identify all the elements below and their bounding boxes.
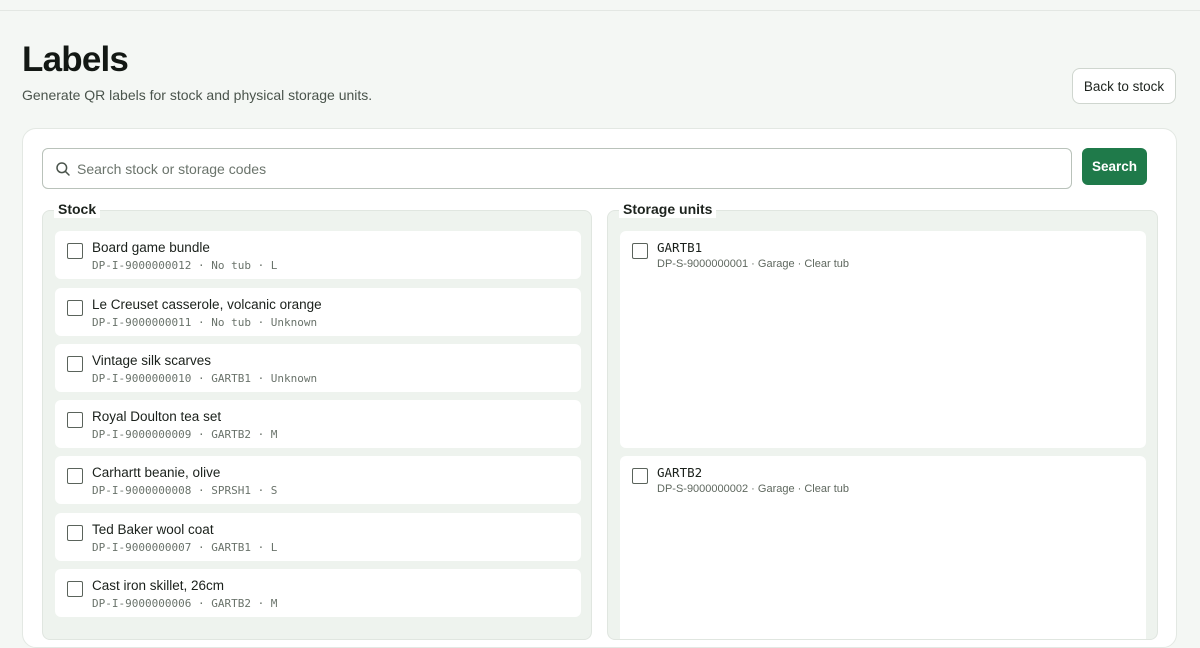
stock-panel: Board game bundle DP-I-9000000012 · No t…	[42, 210, 592, 640]
page-subtitle: Generate QR labels for stock and physica…	[22, 87, 373, 103]
checkbox-icon[interactable]	[67, 300, 83, 316]
stock-item-code: DP-I-9000000008 · SPRSH1 · S	[92, 484, 278, 497]
stock-item-title: Cast iron skillet, 26cm	[92, 578, 225, 593]
stock-item-code: DP-I-9000000010 · GARTB1 · Unknown	[92, 372, 318, 385]
storage-unit-title: GARTB2	[657, 465, 703, 480]
checkbox-icon[interactable]	[67, 412, 83, 428]
checkbox-icon[interactable]	[632, 243, 648, 259]
search-button[interactable]: Search	[1082, 148, 1147, 185]
search-icon	[56, 162, 70, 176]
stock-item-title: Ted Baker wool coat	[92, 522, 214, 537]
stock-item[interactable]: Royal Doulton tea set DP-I-9000000009 · …	[55, 400, 581, 448]
storage-unit-meta: DP-S-9000000002 · Garage · Clear tub	[657, 483, 849, 495]
stock-item[interactable]: Carhartt beanie, olive DP-I-9000000008 ·…	[55, 456, 581, 504]
storage-units-heading: Storage units	[619, 200, 717, 218]
stock-item-title: Carhartt beanie, olive	[92, 465, 221, 480]
checkbox-icon[interactable]	[67, 525, 83, 541]
stock-item-title: Le Creuset casserole, volcanic orange	[92, 297, 322, 312]
stock-item[interactable]: Vintage silk scarves DP-I-9000000010 · G…	[55, 344, 581, 392]
search-box[interactable]	[42, 148, 1072, 189]
checkbox-icon[interactable]	[67, 356, 83, 372]
search-input[interactable]	[77, 149, 1057, 188]
storage-unit-title: GARTB1	[657, 240, 703, 255]
checkbox-icon[interactable]	[632, 468, 648, 484]
stock-item-title: Vintage silk scarves	[92, 353, 212, 368]
stock-item-code: DP-I-9000000009 · GARTB2 · M	[92, 428, 278, 441]
checkbox-icon[interactable]	[67, 581, 83, 597]
stock-item-code: DP-I-9000000006 · GARTB2 · M	[92, 597, 278, 610]
stock-item[interactable]: Ted Baker wool coat DP-I-9000000007 · GA…	[55, 513, 581, 561]
stock-item[interactable]: Board game bundle DP-I-9000000012 · No t…	[55, 231, 581, 279]
back-to-stock-button[interactable]: Back to stock	[1072, 68, 1176, 104]
page-title: Labels	[22, 40, 129, 79]
storage-unit-item[interactable]: GARTB1 DP-S-9000000001 · Garage · Clear …	[620, 231, 1146, 448]
storage-units-panel: GARTB1 DP-S-9000000001 · Garage · Clear …	[607, 210, 1158, 640]
storage-unit-item[interactable]: GARTB2 DP-S-9000000002 · Garage · Clear …	[620, 456, 1146, 639]
stock-item-code: DP-I-9000000011 · No tub · Unknown	[92, 316, 318, 329]
stock-heading: Stock	[54, 200, 101, 218]
checkbox-icon[interactable]	[67, 243, 83, 259]
stock-item-title: Board game bundle	[92, 240, 210, 255]
stock-item-title: Royal Doulton tea set	[92, 409, 222, 424]
top-bar	[0, 0, 1200, 11]
checkbox-icon[interactable]	[67, 468, 83, 484]
stock-item[interactable]: Le Creuset casserole, volcanic orange DP…	[55, 288, 581, 336]
stock-item-code: DP-I-9000000007 · GARTB1 · L	[92, 541, 278, 554]
storage-unit-meta: DP-S-9000000001 · Garage · Clear tub	[657, 258, 849, 270]
stock-item-code: DP-I-9000000012 · No tub · L	[92, 259, 278, 272]
stock-item[interactable]: Cast iron skillet, 26cm DP-I-9000000006 …	[55, 569, 581, 617]
